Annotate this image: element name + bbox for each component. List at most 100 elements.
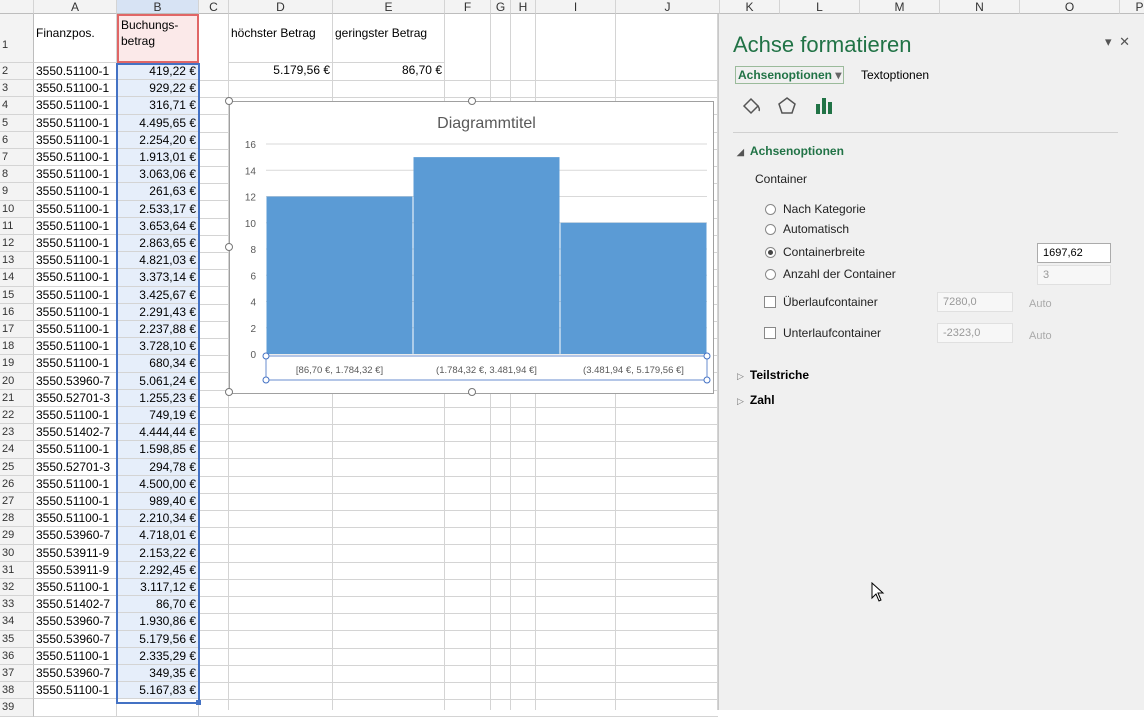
fill-line-icon[interactable]: [739, 94, 763, 118]
row-header-38[interactable]: 38: [0, 682, 34, 700]
cell-a36[interactable]: 3550.51100-1: [34, 647, 117, 665]
row-header-29[interactable]: 29: [0, 527, 34, 545]
cell-a18[interactable]: 3550.51100-1: [34, 338, 117, 356]
bin-count-input[interactable]: 3: [1037, 265, 1111, 285]
cell-a37[interactable]: 3550.53960-7: [34, 665, 117, 683]
cell-a26[interactable]: 3550.51100-1: [34, 475, 117, 493]
cell-a22[interactable]: 3550.51100-1: [34, 407, 117, 425]
row-header-1[interactable]: 1: [0, 14, 34, 63]
label-bin-count[interactable]: Anzahl der Container: [783, 267, 896, 281]
cell-b10[interactable]: 2.533,17 €: [117, 200, 199, 218]
row-header-37[interactable]: 37: [0, 665, 34, 683]
cell-a3[interactable]: 3550.51100-1: [34, 80, 117, 98]
cell-a11[interactable]: 3550.51100-1: [34, 217, 117, 235]
cell-a23[interactable]: 3550.51402-7: [34, 424, 117, 442]
cell-b4[interactable]: 316,71 €: [117, 97, 199, 115]
cell-a35[interactable]: 3550.53960-7: [34, 630, 117, 648]
cell-b22[interactable]: 749,19 €: [117, 407, 199, 425]
cell-b37[interactable]: 349,35 €: [117, 665, 199, 683]
row-header-19[interactable]: 19: [0, 355, 34, 373]
column-header-n[interactable]: N: [940, 0, 1020, 14]
tab-axis-options[interactable]: Achsenoptionen ▾: [735, 66, 845, 84]
column-header-p[interactable]: P: [1120, 0, 1144, 14]
cell-b6[interactable]: 2.254,20 €: [117, 131, 199, 149]
cell-b28[interactable]: 2.210,34 €: [117, 510, 199, 528]
row-header-11[interactable]: 11: [0, 217, 34, 235]
row-header-39[interactable]: 39: [0, 699, 34, 717]
label-overflow[interactable]: Überlaufcontainer: [783, 295, 878, 309]
checkbox-overflow[interactable]: [764, 296, 776, 308]
cell-b29[interactable]: 4.718,01 €: [117, 527, 199, 545]
cell-a34[interactable]: 3550.53960-7: [34, 613, 117, 631]
cell-a39[interactable]: [34, 699, 117, 717]
row-header-4[interactable]: 4: [0, 97, 34, 115]
pane-dropdown-icon[interactable]: ▾: [1105, 34, 1112, 49]
radio-by-category[interactable]: [765, 204, 776, 215]
cell-b21[interactable]: 1.255,23 €: [117, 389, 199, 407]
cell-b23[interactable]: 4.444,44 €: [117, 424, 199, 442]
cell-a6[interactable]: 3550.51100-1: [34, 131, 117, 149]
column-header-d[interactable]: D: [229, 0, 333, 14]
column-header-k[interactable]: K: [720, 0, 780, 14]
radio-bin-count[interactable]: [765, 269, 776, 280]
underflow-input[interactable]: -2323,0: [937, 323, 1013, 343]
column-header-e[interactable]: E: [333, 0, 445, 14]
cell-a5[interactable]: 3550.51100-1: [34, 114, 117, 132]
cell-a12[interactable]: 3550.51100-1: [34, 235, 117, 253]
cell-b3[interactable]: 929,22 €: [117, 80, 199, 98]
label-automatic[interactable]: Automatisch: [783, 222, 849, 236]
cell-a21[interactable]: 3550.52701-3: [34, 389, 117, 407]
cell-d1[interactable]: höchster Betrag: [229, 14, 333, 63]
row-header-15[interactable]: 15: [0, 286, 34, 304]
cell-a14[interactable]: 3550.51100-1: [34, 269, 117, 287]
column-header-b[interactable]: B: [117, 0, 199, 14]
cell-b30[interactable]: 2.153,22 €: [117, 544, 199, 562]
row-header-27[interactable]: 27: [0, 493, 34, 511]
column-header-g[interactable]: G: [491, 0, 511, 14]
cell-b39[interactable]: [117, 699, 199, 717]
row-header-7[interactable]: 7: [0, 149, 34, 167]
label-bin-width[interactable]: Containerbreite: [783, 245, 865, 259]
cell-a15[interactable]: 3550.51100-1: [34, 286, 117, 304]
cell-a33[interactable]: 3550.51402-7: [34, 596, 117, 614]
cell-a31[interactable]: 3550.53911-9: [34, 561, 117, 579]
column-header-c[interactable]: C: [199, 0, 229, 14]
row-header-36[interactable]: 36: [0, 647, 34, 665]
row-header-9[interactable]: 9: [0, 183, 34, 201]
chart-resize-handle-bl[interactable]: [225, 388, 233, 396]
row-header-6[interactable]: 6: [0, 131, 34, 149]
tab-text-options[interactable]: Textoptionen: [861, 68, 929, 82]
row-header-21[interactable]: 21: [0, 389, 34, 407]
row-header-8[interactable]: 8: [0, 166, 34, 184]
row-header-26[interactable]: 26: [0, 475, 34, 493]
cell-a19[interactable]: 3550.51100-1: [34, 355, 117, 373]
cell-a1[interactable]: Finanzpos.: [34, 14, 117, 63]
row-header-33[interactable]: 33: [0, 596, 34, 614]
chart-resize-handle-ml[interactable]: [225, 243, 233, 251]
cell-b16[interactable]: 2.291,43 €: [117, 303, 199, 321]
column-header-f[interactable]: F: [445, 0, 491, 14]
cell-b7[interactable]: 1.913,01 €: [117, 149, 199, 167]
cell-b15[interactable]: 3.425,67 €: [117, 286, 199, 304]
row-header-3[interactable]: 3: [0, 80, 34, 98]
cell-b8[interactable]: 3.063,06 €: [117, 166, 199, 184]
cell-b31[interactable]: 2.292,45 €: [117, 561, 199, 579]
radio-bin-width[interactable]: [765, 247, 776, 258]
row-header-5[interactable]: 5: [0, 114, 34, 132]
section-number[interactable]: ▷ Zahl: [737, 393, 775, 407]
cell-b9[interactable]: 261,63 €: [117, 183, 199, 201]
row-header-10[interactable]: 10: [0, 200, 34, 218]
cell-b2[interactable]: 419,22 €: [117, 63, 199, 81]
cell-e1[interactable]: geringster Betrag: [333, 14, 445, 63]
cell-a9[interactable]: 3550.51100-1: [34, 183, 117, 201]
cell-b12[interactable]: 2.863,65 €: [117, 235, 199, 253]
row-header-35[interactable]: 35: [0, 630, 34, 648]
cell-a32[interactable]: 3550.51100-1: [34, 579, 117, 597]
cell-b32[interactable]: 3.117,12 €: [117, 579, 199, 597]
cell-b18[interactable]: 3.728,10 €: [117, 338, 199, 356]
cell-b27[interactable]: 989,40 €: [117, 493, 199, 511]
column-header-m[interactable]: M: [860, 0, 940, 14]
cell-b5[interactable]: 4.495,65 €: [117, 114, 199, 132]
cell-b35[interactable]: 5.179,56 €: [117, 630, 199, 648]
row-header-17[interactable]: 17: [0, 321, 34, 339]
